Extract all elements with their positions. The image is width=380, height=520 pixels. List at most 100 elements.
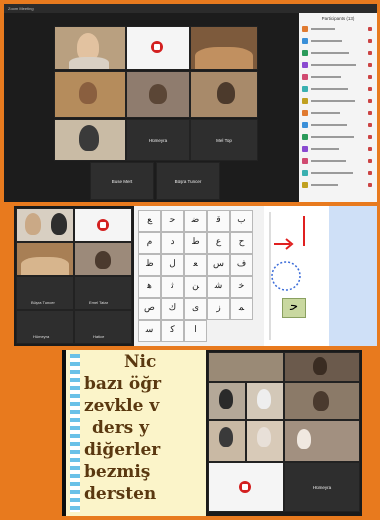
letter-cell[interactable]: ﺹ xyxy=(138,298,161,320)
letter-cell[interactable]: ﺏ xyxy=(230,210,253,232)
participant-row[interactable] xyxy=(302,49,374,57)
video-tile[interactable] xyxy=(74,242,132,276)
participant-name-placeholder xyxy=(311,124,347,126)
letter-cell[interactable]: ﺍ xyxy=(184,320,207,342)
letter-cell[interactable]: ﻯ xyxy=(184,298,207,320)
participant-row[interactable] xyxy=(302,37,374,45)
participant-row[interactable] xyxy=(302,73,374,81)
participant-row[interactable] xyxy=(302,109,374,117)
letter-cell[interactable]: ﻡ xyxy=(138,232,161,254)
participant-row[interactable] xyxy=(302,97,374,105)
participant-row[interactable] xyxy=(302,169,374,177)
participant-row[interactable] xyxy=(302,181,374,189)
letter-cell[interactable]: ﻫ xyxy=(138,276,161,298)
participant-row[interactable] xyxy=(302,85,374,93)
letter-cell[interactable]: ﻦ xyxy=(184,276,207,298)
mic-muted-icon[interactable] xyxy=(368,99,372,103)
video-tile[interactable] xyxy=(16,208,74,242)
mic-muted-icon[interactable] xyxy=(368,111,372,115)
letter-cell[interactable]: ﻑ xyxy=(230,254,253,276)
mic-muted-icon[interactable] xyxy=(368,63,372,67)
letter-cell[interactable]: ﻅ xyxy=(138,254,161,276)
video-tile[interactable] xyxy=(54,71,126,118)
participant-name-placeholder xyxy=(311,136,354,138)
letter-cell[interactable]: ﻉ xyxy=(207,232,230,254)
video-tile[interactable] xyxy=(208,382,246,420)
participant-row[interactable] xyxy=(302,25,374,33)
mic-muted-icon[interactable] xyxy=(368,159,372,163)
letter-cell[interactable]: ﺡ xyxy=(230,232,253,254)
video-tile[interactable] xyxy=(246,382,284,420)
video-tile[interactable] xyxy=(16,242,74,276)
letter-cell[interactable]: ﻤ xyxy=(230,298,253,320)
letter-cell[interactable]: ﻗ xyxy=(207,210,230,232)
avatar xyxy=(302,38,308,44)
mic-muted-icon[interactable] xyxy=(368,39,372,43)
video-tile[interactable] xyxy=(208,420,246,462)
participant-tile[interactable]: Büşra Tuncer xyxy=(16,276,74,310)
participant-tile-mel-top[interactable]: Mel Top xyxy=(190,119,258,161)
drawing-canvas[interactable]: ﺣ xyxy=(264,206,377,346)
video-tile[interactable] xyxy=(246,420,284,462)
video-tile[interactable] xyxy=(54,26,126,70)
mic-muted-icon[interactable] xyxy=(368,147,372,151)
letter-cell[interactable]: ﺩ xyxy=(161,232,184,254)
letter-cell[interactable]: ﺧ xyxy=(230,276,253,298)
participant-tile-buse-mert[interactable]: Buse Mert xyxy=(90,162,154,200)
letter-cell[interactable]: ﺱ xyxy=(207,254,230,276)
participants-panel[interactable]: Participants (13) xyxy=(299,13,377,202)
mic-muted-icon[interactable] xyxy=(368,183,372,187)
participant-row[interactable] xyxy=(302,157,374,165)
participant-row[interactable] xyxy=(302,61,374,69)
video-tile[interactable] xyxy=(190,26,258,70)
participant-name-placeholder xyxy=(311,100,355,102)
logo-tile[interactable] xyxy=(126,26,190,70)
video-tile[interactable] xyxy=(284,382,360,420)
letter-cell[interactable]: ﺳ xyxy=(138,320,161,342)
letter-cell[interactable]: ﻌ xyxy=(184,254,207,276)
participant-name-placeholder xyxy=(311,160,346,162)
logo-tile[interactable] xyxy=(74,208,132,242)
letter-cell[interactable]: ﺛ xyxy=(161,276,184,298)
participant-name-placeholder xyxy=(311,172,353,174)
participant-name-placeholder xyxy=(311,52,349,54)
mic-muted-icon[interactable] xyxy=(368,27,372,31)
participant-tile-busra-tuncer[interactable]: Büşra Tuncer xyxy=(156,162,220,200)
participant-tile[interactable]: Emel Tatar xyxy=(74,276,132,310)
school-logo-icon xyxy=(97,219,109,231)
video-tile[interactable] xyxy=(284,420,360,462)
video-tile[interactable] xyxy=(54,119,126,161)
letter-cell[interactable]: ﻝ xyxy=(161,254,184,276)
letter-cell[interactable]: ﻛ xyxy=(161,320,184,342)
whiteboard-letters[interactable]: ﻊﺣﺿﻗﺏ ﻡﺩﻁﻉﺡ ﻅﻝﻌﺱﻑ ﻫﺛﻦﺷﺧ ﺹﻙﻯﺯﻤ ﺳﻛﺍ xyxy=(134,206,264,346)
participant-row[interactable] xyxy=(302,133,374,141)
participant-tile-humeyra[interactable]: Hümeyra xyxy=(284,462,360,512)
video-tile[interactable] xyxy=(284,352,360,382)
zoom-window-middle: Büşra Tuncer Emel Tatar Hümeyra Hatice xyxy=(14,206,134,346)
mic-muted-icon[interactable] xyxy=(368,75,372,79)
letter-cell[interactable]: ﻁ xyxy=(184,232,207,254)
logo-tile[interactable] xyxy=(208,462,284,512)
participant-row[interactable] xyxy=(302,121,374,129)
video-tile[interactable] xyxy=(190,71,258,118)
mic-muted-icon[interactable] xyxy=(368,171,372,175)
avatar xyxy=(302,86,308,92)
mic-muted-icon[interactable] xyxy=(368,51,372,55)
mic-muted-icon[interactable] xyxy=(368,87,372,91)
participant-tile[interactable]: Hatice xyxy=(74,310,132,344)
participant-tile-humeyra[interactable]: Hümeyra xyxy=(126,119,190,161)
letter-cell[interactable]: ﻊ xyxy=(138,210,161,232)
mic-muted-icon[interactable] xyxy=(368,123,372,127)
letter-cell[interactable]: ﺿ xyxy=(184,210,207,232)
participant-name-placeholder xyxy=(311,88,348,90)
video-tile[interactable] xyxy=(208,352,284,382)
letter-cell[interactable]: ﺯ xyxy=(207,298,230,320)
participant-tile[interactable]: Hümeyra xyxy=(16,310,74,344)
avatar xyxy=(302,170,308,176)
video-tile[interactable] xyxy=(126,71,190,118)
letter-cell[interactable]: ﺷ xyxy=(207,276,230,298)
letter-cell[interactable]: ﻙ xyxy=(161,298,184,320)
mic-muted-icon[interactable] xyxy=(368,135,372,139)
letter-cell[interactable]: ﺣ xyxy=(161,210,184,232)
participant-row[interactable] xyxy=(302,145,374,153)
